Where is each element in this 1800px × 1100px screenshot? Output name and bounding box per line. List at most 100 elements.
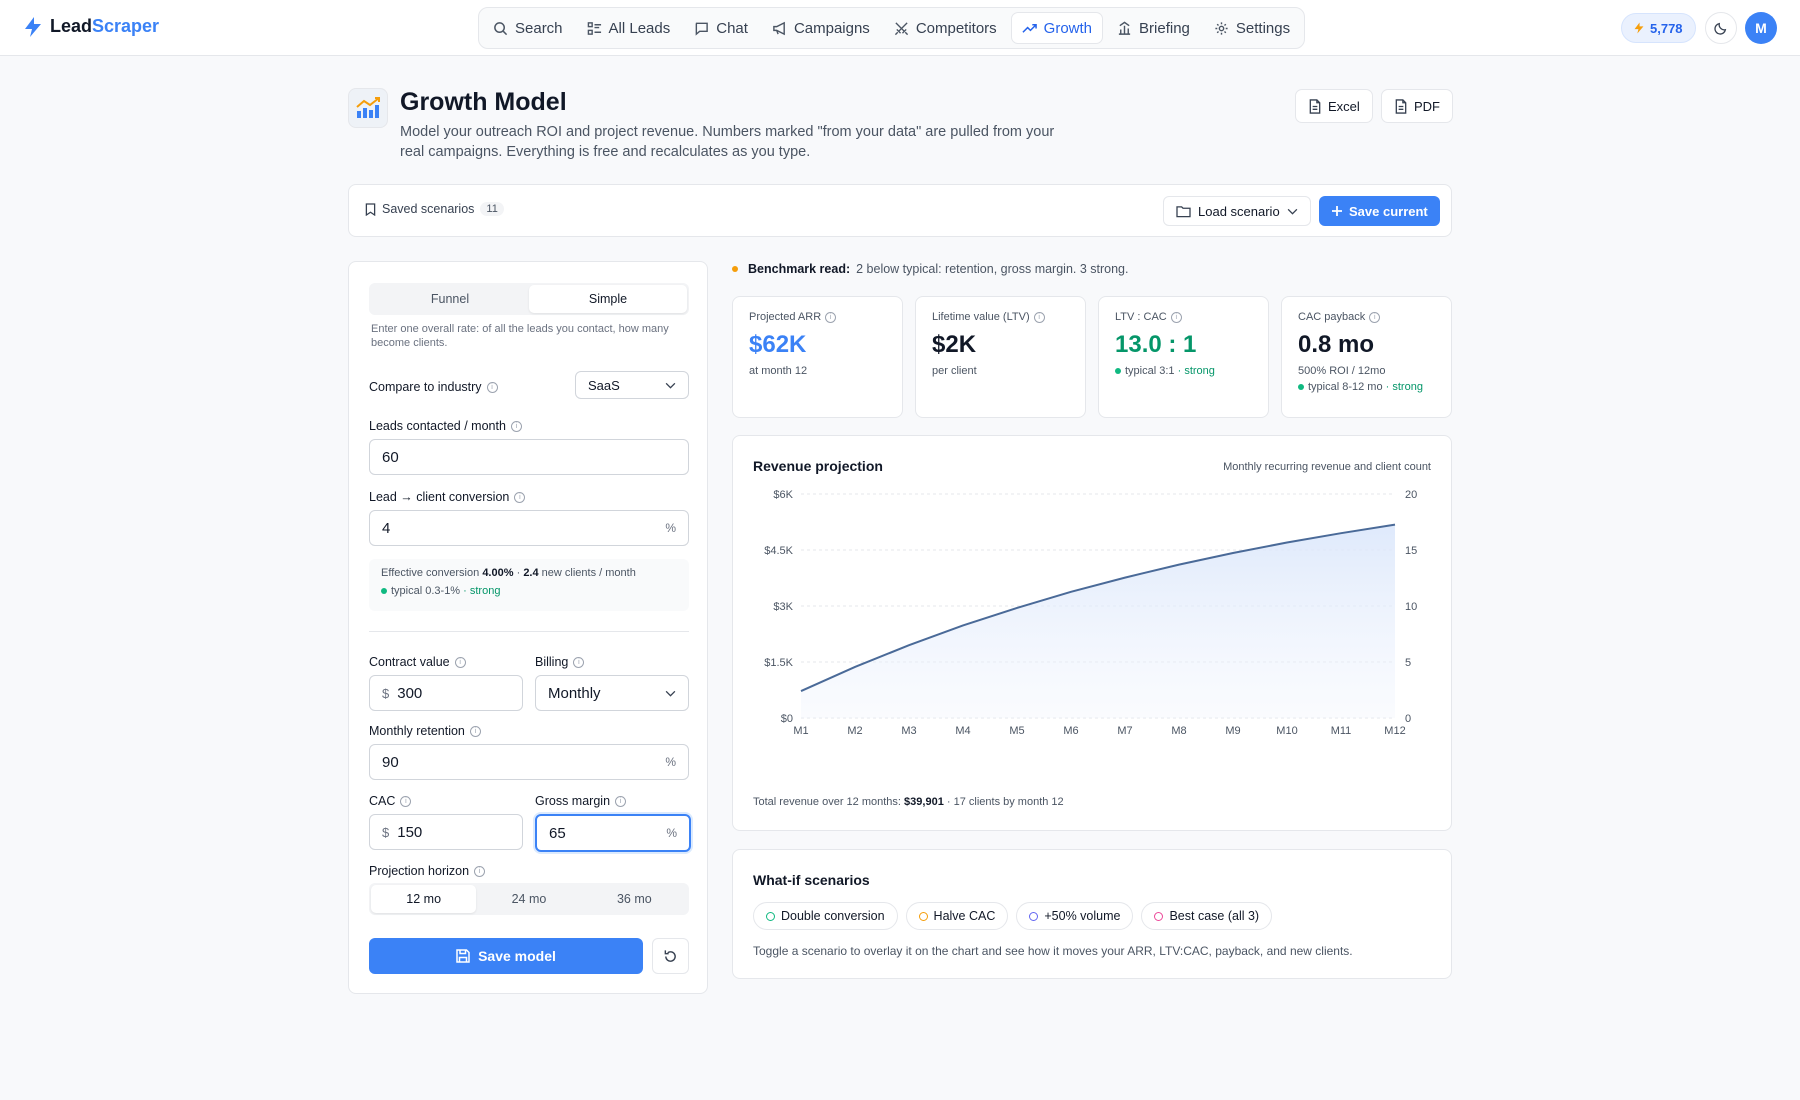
leads-input[interactable]: 60 <box>369 439 689 475</box>
nav-campaigns[interactable]: Campaigns <box>762 12 880 44</box>
retention-input[interactable]: 90 % <box>369 744 689 780</box>
load-scenario-dropdown[interactable]: Load scenario <box>1163 196 1311 226</box>
ring-icon <box>766 911 775 921</box>
scenario-chip-halve-cac[interactable]: Halve CAC <box>905 902 1009 930</box>
export-pdf-button[interactable]: PDF <box>1381 89 1453 123</box>
kpi-value: $62K <box>749 331 807 358</box>
kpi-label: LTV : CAC <box>1115 311 1167 323</box>
nav-search[interactable]: Search <box>483 12 573 44</box>
export-pdf-label: PDF <box>1414 98 1440 114</box>
trending-up-icon <box>1022 23 1037 33</box>
effective-rate: 4.00% <box>482 567 514 579</box>
info-icon[interactable]: i <box>1170 311 1182 323</box>
saved-scenarios-count: 11 <box>480 202 504 216</box>
y-tick-label-right: 10 <box>1405 601 1417 613</box>
nav-label: Growth <box>1043 19 1093 37</box>
theme-toggle-button[interactable] <box>1705 12 1737 44</box>
scenario-chip-double-conversion[interactable]: Double conversion <box>753 902 898 930</box>
user-avatar[interactable]: M <box>1745 12 1777 44</box>
chart-footer-total: $39,901 <box>904 796 944 808</box>
horizon-option-24[interactable]: 24 mo <box>476 885 581 913</box>
nav-all-leads[interactable]: All Leads <box>577 12 681 44</box>
nav-briefing[interactable]: Briefing <box>1107 12 1200 44</box>
search-icon <box>494 21 508 35</box>
horizon-option-12[interactable]: 12 mo <box>371 885 477 913</box>
info-icon[interactable]: i <box>454 656 466 668</box>
chevron-down-icon <box>1287 208 1298 215</box>
save-current-label: Save current <box>1349 203 1428 219</box>
x-tick-label: M9 <box>1225 725 1240 737</box>
conversion-value: 4 <box>382 519 391 537</box>
benchmark-read: Benchmark read: 2 below typical: retenti… <box>732 262 1128 276</box>
info-icon[interactable]: i <box>514 491 526 503</box>
info-icon[interactable]: i <box>469 725 481 737</box>
chevron-down-icon <box>665 690 676 697</box>
conversion-input[interactable]: 4 % <box>369 510 689 546</box>
industry-select[interactable]: SaaS <box>575 371 689 399</box>
file-icon <box>1395 98 1407 114</box>
mode-toggle: Funnel Simple <box>369 283 689 315</box>
nav-competitors[interactable]: Competitors <box>884 12 1007 44</box>
effective-prefix: Effective conversion <box>381 567 480 579</box>
info-icon[interactable]: i <box>486 381 498 393</box>
info-icon[interactable]: i <box>825 311 837 323</box>
horizon-option-36[interactable]: 36 mo <box>582 885 687 913</box>
reset-button[interactable] <box>652 938 689 974</box>
chart-footer-suffix: · 17 clients by month 12 <box>946 796 1064 808</box>
effective-rating: · strong <box>463 585 501 597</box>
status-dot <box>381 588 387 595</box>
gross-margin-input[interactable]: 65 % <box>535 814 691 852</box>
gross-margin-value: 65 <box>549 824 566 842</box>
industry-value: SaaS <box>588 377 620 393</box>
horizon-label-text: Projection horizon <box>369 864 470 878</box>
mode-tab-simple[interactable]: Simple <box>529 285 687 313</box>
save-current-button[interactable]: Save current <box>1319 196 1440 226</box>
scenario-chip-volume[interactable]: +50% volume <box>1016 902 1134 930</box>
what-if-help-text: Toggle a scenario to overlay it on the c… <box>753 944 1353 958</box>
nav-settings[interactable]: Settings <box>1204 12 1300 44</box>
app-logo[interactable]: LeadScraper <box>24 16 159 37</box>
kpi-label: Lifetime value (LTV) <box>932 311 1030 323</box>
scenario-chip-best-case[interactable]: Best case (all 3) <box>1141 902 1273 930</box>
nav-growth[interactable]: Growth <box>1010 12 1104 44</box>
status-dot <box>1115 368 1121 375</box>
model-inputs-panel: Funnel Simple Enter one overall rate: of… <box>348 261 708 994</box>
save-model-button[interactable]: Save model <box>369 938 643 974</box>
kpi-sub: 500% ROI / 12mo <box>1298 365 1386 377</box>
benchmark-text: 2 below typical: retention, gross margin… <box>856 262 1129 276</box>
chart-footer-prefix: Total revenue over 12 months: <box>753 796 901 808</box>
industry-label: Compare to industry i <box>369 380 498 394</box>
info-icon[interactable]: i <box>573 656 585 668</box>
y-tick-label-right: 20 <box>1405 489 1417 501</box>
credits-badge[interactable]: 5,778 <box>1621 13 1696 43</box>
moon-icon <box>1714 22 1727 35</box>
conversion-label: Lead → client conversion i <box>369 490 526 504</box>
contract-value-input[interactable]: $ 300 <box>369 675 523 711</box>
mode-tab-funnel[interactable]: Funnel <box>371 285 529 313</box>
info-icon[interactable]: i <box>615 795 627 807</box>
info-icon[interactable]: i <box>400 795 412 807</box>
info-icon[interactable]: i <box>510 420 522 432</box>
kpi-label: CAC payback <box>1298 311 1366 323</box>
reset-icon <box>664 949 676 962</box>
nav-label: All Leads <box>608 19 671 37</box>
info-icon[interactable]: i <box>474 865 486 877</box>
info-icon[interactable]: i <box>1369 311 1381 323</box>
info-icon[interactable]: i <box>1033 311 1045 323</box>
kpi-value: 0.8 mo <box>1298 331 1375 358</box>
ring-icon <box>1029 911 1039 921</box>
briefing-icon <box>1118 21 1131 35</box>
export-excel-button[interactable]: Excel <box>1295 89 1373 123</box>
billing-select[interactable]: Monthly <box>535 675 689 711</box>
nav-chat[interactable]: Chat <box>684 12 758 44</box>
file-icon <box>1309 98 1321 114</box>
x-tick-label: M7 <box>1117 725 1132 737</box>
gross-margin-label-text: Gross margin <box>535 794 611 808</box>
industry-label-text: Compare to industry <box>369 380 482 394</box>
what-if-scenarios-card: What-if scenarios Double conversion Halv… <box>732 849 1452 979</box>
kpi-rating: · strong <box>1385 381 1423 393</box>
plus-icon <box>1332 206 1342 216</box>
benchmark-label: Benchmark read: <box>748 262 851 276</box>
cac-input[interactable]: $ 150 <box>369 814 523 850</box>
mode-helper-text: Enter one overall rate: of all the leads… <box>371 323 669 349</box>
